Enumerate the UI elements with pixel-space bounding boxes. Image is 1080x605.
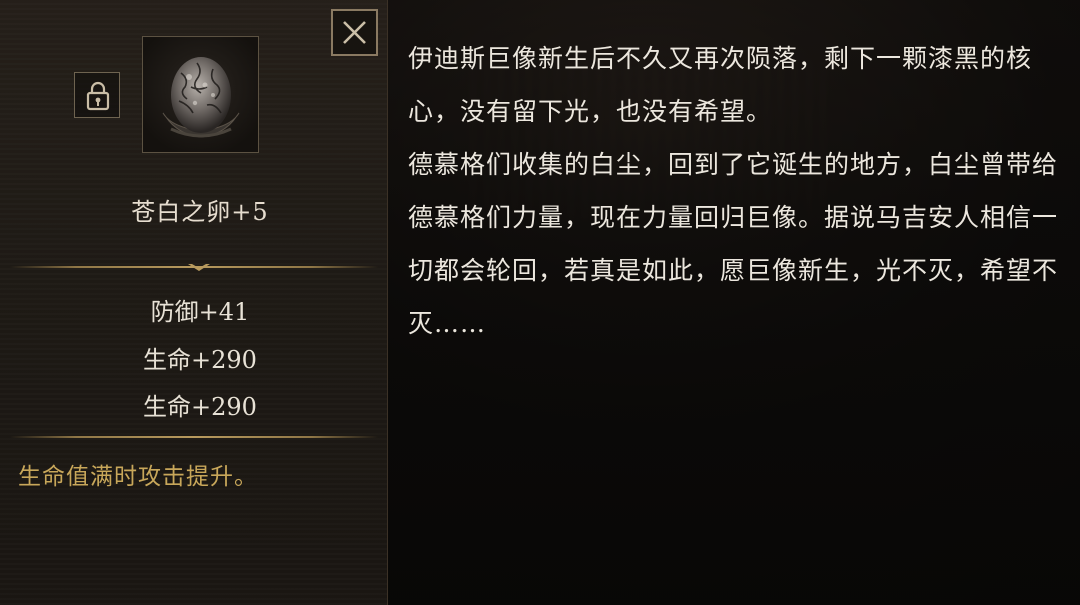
lock-icon [86,81,110,111]
divider-bottom [10,436,378,438]
close-button[interactable] [331,9,378,56]
stat-hp: 生命+290 [143,346,257,374]
pale-egg-icon [162,57,240,138]
item-name: 苍白之卵+5 [131,198,269,226]
lock-toggle-button[interactable] [74,72,120,118]
stat-hp-2: 生命+290 [143,393,257,421]
item-effect: 生命值满时攻击提升。 [18,464,258,490]
item-detail-screen: 苍白之卵+5 防御+41 生命+290 生命+290 生命值满时攻击提升。 伊迪… [0,0,1080,605]
lore-text: 伊迪斯巨像新生后不久又再次陨落，剩下一颗漆黑的核心，没有留下光，也没有希望。 德… [408,32,1060,350]
divider-ornament-icon [188,264,210,271]
lore-paragraph: 伊迪斯巨像新生后不久又再次陨落，剩下一颗漆黑的核心，没有留下光，也没有希望。 [408,44,1033,126]
item-info-panel: 苍白之卵+5 防御+41 生命+290 生命+290 生命值满时攻击提升。 [0,0,388,605]
close-icon [343,21,366,44]
item-icon-frame [142,36,259,153]
stat-defense: 防御+41 [150,298,250,326]
lore-paragraph: 德慕格们收集的白尘，回到了它诞生的地方，白尘曾带给德慕格们力量，现在力量回归巨像… [408,150,1059,338]
